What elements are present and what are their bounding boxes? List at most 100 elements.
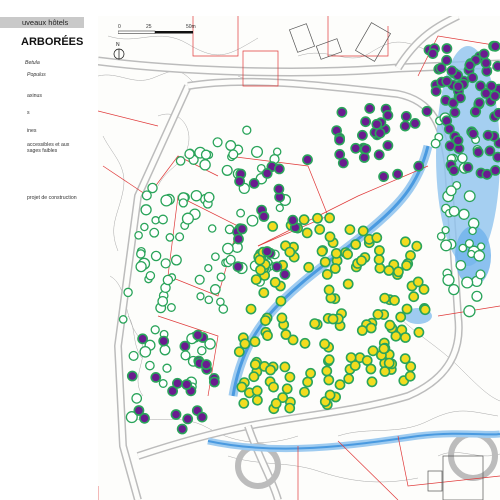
tree-symbol-green xyxy=(207,224,217,233)
tree-symbol-green xyxy=(199,159,211,171)
tree-symbol-purple xyxy=(467,128,479,140)
tree-symbol-purple xyxy=(302,154,313,166)
tree-symbol-yellow xyxy=(342,278,354,290)
tree-symbol-purple xyxy=(360,116,371,128)
tree-symbol-yellow xyxy=(275,295,287,307)
tree-symbol-purple xyxy=(399,120,411,132)
tree-symbol-yellow xyxy=(258,287,270,299)
tree-symbol-green xyxy=(158,379,168,388)
tree-symbol-purple xyxy=(172,377,183,389)
tree-symbol-yellow xyxy=(269,276,281,288)
tree-symbol-purple xyxy=(492,60,500,72)
tree-symbol-yellow xyxy=(324,212,335,224)
tree-symbol-green xyxy=(159,344,171,356)
tree-symbol-yellow xyxy=(299,386,310,398)
tree-symbol-green xyxy=(131,393,143,404)
tree-symbol-yellow xyxy=(401,260,412,271)
tree-symbol-purple xyxy=(258,211,270,222)
tree-symbol-yellow xyxy=(412,276,424,288)
tree-symbol-yellow xyxy=(373,254,385,265)
tree-symbol-green xyxy=(200,149,212,160)
tree-symbol-green xyxy=(225,140,237,151)
map-canvas[interactable] xyxy=(98,16,500,500)
tree-symbol-yellow xyxy=(349,360,361,371)
tree-symbol-yellow xyxy=(249,359,261,370)
tree-symbol-green xyxy=(139,345,152,358)
tree-symbol-green xyxy=(468,226,477,236)
scale-label-0: 0 xyxy=(118,24,121,30)
tree-symbol-yellow xyxy=(324,389,336,401)
legend-item-fraxinus: axinus xyxy=(27,93,42,99)
tree-symbol-purple xyxy=(378,171,389,182)
tree-symbol-purple xyxy=(273,183,285,195)
tree-symbol-green xyxy=(209,284,221,295)
tree-symbol-purple xyxy=(200,359,212,370)
tree-symbol-green xyxy=(445,185,457,197)
tree-symbol-purple xyxy=(358,152,370,163)
tree-symbol-green xyxy=(162,363,172,373)
tree-symbol-purple xyxy=(374,127,386,139)
tree-symbol-purple xyxy=(360,143,372,155)
tree-symbol-purple xyxy=(467,72,478,84)
tree-symbol-green xyxy=(160,258,171,269)
tree-symbol-yellow xyxy=(413,326,425,338)
tree-symbol-green xyxy=(275,203,284,213)
tree-symbol-yellow xyxy=(384,319,396,331)
legend-item-betula: Betula xyxy=(25,60,40,66)
tree-symbol-yellow xyxy=(276,312,288,324)
tree-symbol-purple xyxy=(170,409,182,420)
tree-symbol-green xyxy=(218,304,229,314)
tree-symbol-green xyxy=(211,252,220,262)
tree-symbol-yellow xyxy=(262,330,273,341)
tree-symbol-green xyxy=(473,249,486,262)
tree-symbol-green xyxy=(175,232,185,242)
tree-symbol-purple xyxy=(421,105,433,117)
tree-symbol-yellow xyxy=(374,262,386,274)
legend-item-passages: sages faibles xyxy=(27,148,58,154)
tree-symbol-yellow xyxy=(357,225,369,237)
tree-symbol-yellow xyxy=(356,255,367,267)
tree-symbol-green xyxy=(170,254,182,266)
tree-symbol-yellow xyxy=(344,224,356,235)
tree-symbol-purple xyxy=(454,92,466,104)
map-area[interactable] xyxy=(98,16,500,500)
tree-symbol-purple xyxy=(481,168,493,180)
tree-symbol-yellow xyxy=(302,376,313,388)
tree-symbol-yellow xyxy=(323,284,335,296)
tree-symbol-yellow xyxy=(389,294,400,306)
tree-symbol-yellow xyxy=(399,332,411,343)
tree-symbol-purple xyxy=(371,118,383,130)
tree-symbol-green xyxy=(118,315,128,324)
tree-symbol-green xyxy=(166,303,176,312)
tree-symbol-yellow xyxy=(411,240,423,252)
tree-symbol-purple xyxy=(233,233,244,245)
tree-symbol-yellow xyxy=(314,223,326,235)
legend-title: uveaux hôtels xyxy=(22,18,69,27)
tree-symbol-purple xyxy=(350,142,362,154)
tree-symbol-green xyxy=(212,137,223,148)
tree-symbol-yellow xyxy=(316,245,328,257)
tree-symbol-green xyxy=(197,345,207,356)
tree-symbol-purple xyxy=(179,340,191,352)
tree-symbol-green xyxy=(448,283,460,296)
tree-symbol-purple xyxy=(413,160,425,172)
tree-symbol-green xyxy=(448,205,460,217)
tree-symbol-green xyxy=(471,290,483,302)
tree-symbol-yellow xyxy=(399,353,411,365)
tree-symbol-green xyxy=(135,260,147,273)
tree-symbol-green xyxy=(250,145,264,158)
north-arrow-icon: N xyxy=(113,42,125,60)
legend-item-populus: Populus xyxy=(27,72,46,78)
tree-symbol-yellow xyxy=(401,303,413,315)
tree-symbol-green xyxy=(461,276,474,289)
tree-symbol-purple xyxy=(441,75,453,87)
tree-symbol-yellow xyxy=(284,246,296,258)
tree-symbol-green xyxy=(145,270,156,281)
tree-symbol-yellow xyxy=(249,336,261,348)
tree-symbol-purple xyxy=(464,59,476,71)
tree-symbol-purple xyxy=(176,423,188,435)
tree-symbol-purple xyxy=(482,129,494,141)
tree-symbol-yellow xyxy=(254,254,266,266)
legend-heading: ARBORÉES xyxy=(21,36,84,48)
tree-symbol-yellow xyxy=(342,248,353,260)
